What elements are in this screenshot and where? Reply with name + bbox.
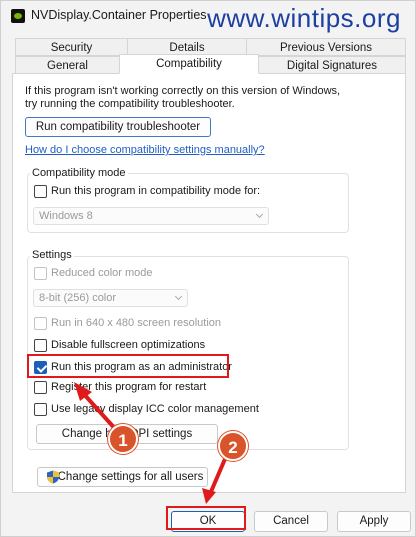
properties-dialog: NVDisplay.Container Properties www.winti… <box>0 0 416 537</box>
resolution-checkbox[interactable] <box>34 317 47 330</box>
change-all-users-label: Change settings for all users <box>57 471 204 483</box>
compat-mode-title: Compatibility mode <box>30 167 128 179</box>
step-1-badge: 1 <box>108 424 138 454</box>
compat-mode-label: Run this program in compatibility mode f… <box>51 185 261 197</box>
compat-mode-checkbox[interactable] <box>34 185 47 198</box>
manual-settings-link[interactable]: How do I choose compatibility settings m… <box>25 144 265 156</box>
legacy-icc-label: Use legacy display ICC color management <box>51 403 259 415</box>
watermark: www.wintips.org <box>207 3 401 33</box>
uac-shield-icon <box>47 470 59 484</box>
fullscreen-opt-label: Disable fullscreen optimizations <box>51 339 206 351</box>
run-troubleshooter-button[interactable]: Run compatibility troubleshooter <box>25 117 211 137</box>
window-title: NVDisplay.Container Properties <box>31 8 207 22</box>
ok-highlight-box <box>166 506 246 530</box>
tab-compatibility[interactable]: Compatibility <box>119 54 259 74</box>
tab-digital-signatures[interactable]: Digital Signatures <box>258 56 406 74</box>
fullscreen-opt-checkbox[interactable] <box>34 339 47 352</box>
color-depth-select[interactable]: 8-bit (256) color <box>33 289 188 307</box>
legacy-icc-checkbox[interactable] <box>34 403 47 416</box>
apply-button[interactable]: Apply <box>337 511 411 532</box>
tab-security[interactable]: Security <box>15 38 128 56</box>
compat-os-select[interactable]: Windows 8 <box>33 207 269 225</box>
nvidia-icon <box>11 9 25 23</box>
step-2-badge: 2 <box>218 431 248 461</box>
compat-os-value: Windows 8 <box>39 210 93 222</box>
register-restart-label: Register this program for restart <box>51 381 207 393</box>
reduced-color-checkbox[interactable] <box>34 267 47 280</box>
settings-group <box>27 256 349 450</box>
chevron-down-icon <box>255 210 264 219</box>
admin-highlight-box <box>27 354 229 378</box>
reduced-color-label: Reduced color mode <box>51 267 153 279</box>
color-depth-value: 8-bit (256) color <box>39 292 117 304</box>
resolution-label: Run in 640 x 480 screen resolution <box>51 317 221 329</box>
register-restart-checkbox[interactable] <box>34 381 47 394</box>
chevron-down-icon <box>174 292 183 301</box>
settings-title: Settings <box>30 249 74 261</box>
tab-general[interactable]: General <box>15 56 120 74</box>
tab-previous-versions[interactable]: Previous Versions <box>246 38 406 56</box>
intro-text: If this program isn't working correctly … <box>25 85 341 110</box>
cancel-button[interactable]: Cancel <box>254 511 328 532</box>
change-all-users-button[interactable]: Change settings for all users <box>37 467 208 487</box>
